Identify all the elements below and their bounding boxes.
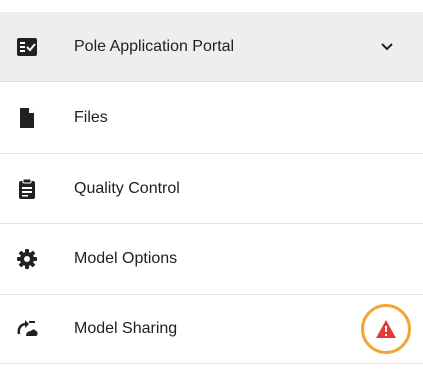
warning-triangle-icon bbox=[375, 319, 397, 339]
menu-item-label: Files bbox=[74, 108, 108, 126]
menu-header-label: Pole Application Portal bbox=[74, 37, 235, 55]
clipboard-icon bbox=[16, 178, 38, 200]
menu-header-pole-application-portal[interactable]: Pole Application Portal bbox=[0, 12, 423, 82]
menu-item-quality-control[interactable]: Quality Control bbox=[0, 154, 423, 224]
checklist-icon bbox=[16, 36, 38, 58]
menu-item-label: Model Options bbox=[74, 250, 178, 267]
menu-item-model-options[interactable]: Model Options bbox=[0, 224, 423, 295]
navigation-menu: Pole Application Portal Files Quality Co… bbox=[0, 0, 423, 380]
menu-item-label: Model Sharing bbox=[74, 320, 178, 337]
menu-item-files[interactable]: Files bbox=[0, 82, 423, 154]
share-cloud-icon bbox=[16, 318, 38, 340]
gear-icon bbox=[16, 248, 38, 270]
chevron-down-icon[interactable] bbox=[379, 39, 395, 55]
file-icon bbox=[16, 107, 38, 129]
menu-item-label: Quality Control bbox=[74, 179, 180, 197]
warning-alert-button[interactable] bbox=[361, 304, 411, 354]
menu-item-model-sharing[interactable]: Model Sharing bbox=[0, 295, 423, 364]
